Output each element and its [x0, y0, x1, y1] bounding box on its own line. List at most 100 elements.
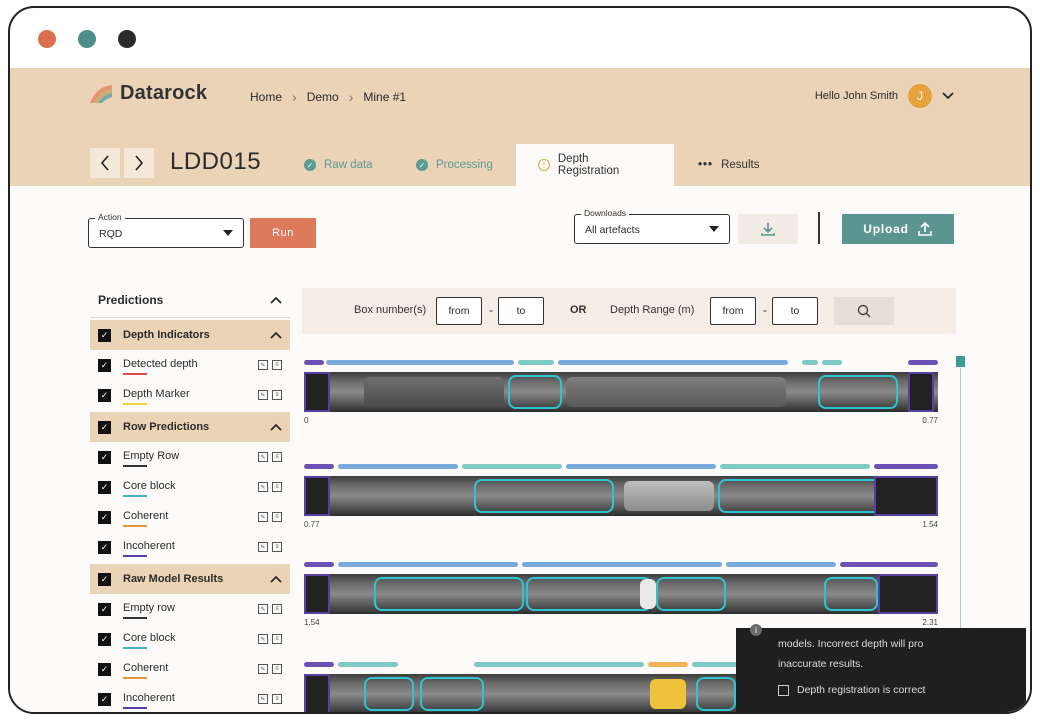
- downloads-select[interactable]: Downloads All artefacts: [574, 208, 730, 244]
- more-icon: •••: [698, 159, 714, 171]
- list-item[interactable]: ✓ Empty row ✎ ≡: [90, 594, 290, 624]
- edit-icon[interactable]: ✎: [258, 634, 268, 644]
- tab-depth-registration[interactable]: ! Depth Registration: [516, 144, 674, 186]
- tab-raw-data[interactable]: ✓ Raw data: [282, 144, 395, 186]
- item-actions: ✎ ≡: [258, 452, 282, 462]
- warning-icon: !: [538, 159, 550, 171]
- list-item[interactable]: ✓ Coherent ✎ ≡: [90, 502, 290, 532]
- list-item[interactable]: ✓ Incoherent ✎ ≡: [90, 532, 290, 562]
- confirm-checkbox[interactable]: Depth registration is correct: [778, 684, 925, 696]
- core-tray-row[interactable]: 1.54 2.31: [304, 562, 938, 627]
- list-icon[interactable]: ≡: [272, 634, 282, 644]
- chevron-right-icon: ›: [348, 89, 354, 105]
- upload-button[interactable]: Upload: [842, 214, 954, 244]
- edit-icon[interactable]: ✎: [258, 694, 268, 704]
- edit-icon[interactable]: ✎: [258, 664, 268, 674]
- core-tray-row[interactable]: 0.77 1.54: [304, 464, 938, 529]
- list-icon[interactable]: ≡: [272, 694, 282, 704]
- logo[interactable]: Datarock: [88, 82, 207, 105]
- search-button[interactable]: [834, 297, 894, 325]
- checkbox[interactable]: ✓: [98, 632, 111, 646]
- predictions-header[interactable]: Predictions: [90, 282, 290, 318]
- group-row-predictions[interactable]: ✓ Row Predictions: [90, 412, 290, 442]
- list-item[interactable]: ✓ Incoherent ✎ ≡: [90, 684, 290, 712]
- breadcrumb-demo[interactable]: Demo: [307, 90, 339, 104]
- checkbox[interactable]: ✓: [98, 510, 111, 524]
- depth-to-input[interactable]: to: [772, 297, 818, 325]
- list-icon[interactable]: ≡: [272, 542, 282, 552]
- checkbox[interactable]: ✓: [98, 388, 111, 402]
- list-icon[interactable]: ≡: [272, 604, 282, 614]
- depth-from-input[interactable]: from: [710, 297, 756, 325]
- tab-label: Results: [721, 159, 760, 171]
- user-menu[interactable]: Hello John Smith J: [815, 84, 954, 108]
- group-depth-indicators[interactable]: ✓ Depth Indicators: [90, 320, 290, 350]
- minimize-dot[interactable]: [78, 30, 96, 48]
- edit-icon[interactable]: ✎: [258, 604, 268, 614]
- chevron-up-icon[interactable]: [270, 331, 282, 339]
- box-from-input[interactable]: from: [436, 297, 482, 325]
- list-item[interactable]: ✓ Detected depth ✎ ≡: [90, 350, 290, 380]
- tab-processing[interactable]: ✓ Processing: [394, 144, 515, 186]
- group-raw-model-results[interactable]: ✓ Raw Model Results: [90, 564, 290, 594]
- box-number-label: Box number(s): [354, 304, 427, 316]
- item-actions: ✎ ≡: [258, 542, 282, 552]
- checkbox[interactable]: ✓: [98, 692, 111, 706]
- checkbox[interactable]: ✓: [98, 420, 111, 434]
- depth-end: 2.31: [922, 618, 938, 627]
- edit-icon[interactable]: ✎: [258, 482, 268, 492]
- checkbox[interactable]: ✓: [98, 480, 111, 494]
- close-dot[interactable]: [38, 30, 56, 48]
- edit-icon[interactable]: ✎: [258, 390, 268, 400]
- checkbox[interactable]: ✓: [98, 540, 111, 554]
- box-to-input[interactable]: to: [498, 297, 544, 325]
- checkbox[interactable]: ✓: [98, 572, 111, 586]
- breadcrumb-home[interactable]: Home: [250, 90, 282, 104]
- download-icon: [761, 223, 775, 236]
- chevron-up-icon[interactable]: [270, 575, 282, 583]
- confirm-label: Depth registration is correct: [797, 684, 926, 696]
- tab-results[interactable]: ••• Results: [676, 144, 781, 186]
- breadcrumb-mine[interactable]: Mine #1: [363, 90, 406, 104]
- list-icon[interactable]: ≡: [272, 360, 282, 370]
- edit-icon[interactable]: ✎: [258, 452, 268, 462]
- action-select[interactable]: Action RQD: [88, 212, 244, 248]
- list-item[interactable]: ✓ Depth Marker ✎ ≡: [90, 380, 290, 410]
- list-item[interactable]: ✓ Coherent ✎ ≡: [90, 654, 290, 684]
- next-hole-button[interactable]: [124, 148, 154, 178]
- item-actions: ✎ ≡: [258, 664, 282, 674]
- list-icon[interactable]: ≡: [272, 512, 282, 522]
- list-icon[interactable]: ≡: [272, 452, 282, 462]
- chevron-down-icon[interactable]: [942, 92, 954, 100]
- run-button[interactable]: Run: [250, 218, 316, 248]
- edit-icon[interactable]: ✎: [258, 512, 268, 522]
- checkbox[interactable]: ✓: [98, 662, 111, 676]
- checkbox[interactable]: [778, 684, 789, 696]
- checkbox[interactable]: ✓: [98, 328, 111, 342]
- download-button[interactable]: [738, 214, 798, 244]
- list-icon[interactable]: ≡: [272, 664, 282, 674]
- avatar[interactable]: J: [908, 84, 932, 108]
- maximize-dot[interactable]: [118, 30, 136, 48]
- search-icon: [857, 304, 871, 318]
- checkbox[interactable]: ✓: [98, 602, 111, 616]
- prev-hole-button[interactable]: [90, 148, 120, 178]
- scroll-handle[interactable]: [956, 356, 965, 367]
- app-window: Datarock Home › Demo › Mine #1 Hello Joh…: [8, 6, 1032, 714]
- checkbox[interactable]: ✓: [98, 358, 111, 372]
- list-icon[interactable]: ≡: [272, 390, 282, 400]
- list-item[interactable]: ✓ Empty Row ✎ ≡: [90, 442, 290, 472]
- list-icon[interactable]: ≡: [272, 482, 282, 492]
- chevron-up-icon[interactable]: [270, 423, 282, 431]
- tab-label: Processing: [436, 159, 493, 171]
- chevron-up-icon[interactable]: [270, 296, 282, 304]
- list-item[interactable]: ✓ Core block ✎ ≡: [90, 624, 290, 654]
- checkbox[interactable]: ✓: [98, 450, 111, 464]
- edit-icon[interactable]: ✎: [258, 542, 268, 552]
- tab-label: Raw data: [324, 159, 373, 171]
- edit-icon[interactable]: ✎: [258, 360, 268, 370]
- group-label: Row Predictions: [123, 421, 210, 433]
- core-tray-row[interactable]: 0 0.77: [304, 360, 938, 425]
- list-item[interactable]: ✓ Core block ✎ ≡: [90, 472, 290, 502]
- logo-text: Datarock: [120, 82, 208, 104]
